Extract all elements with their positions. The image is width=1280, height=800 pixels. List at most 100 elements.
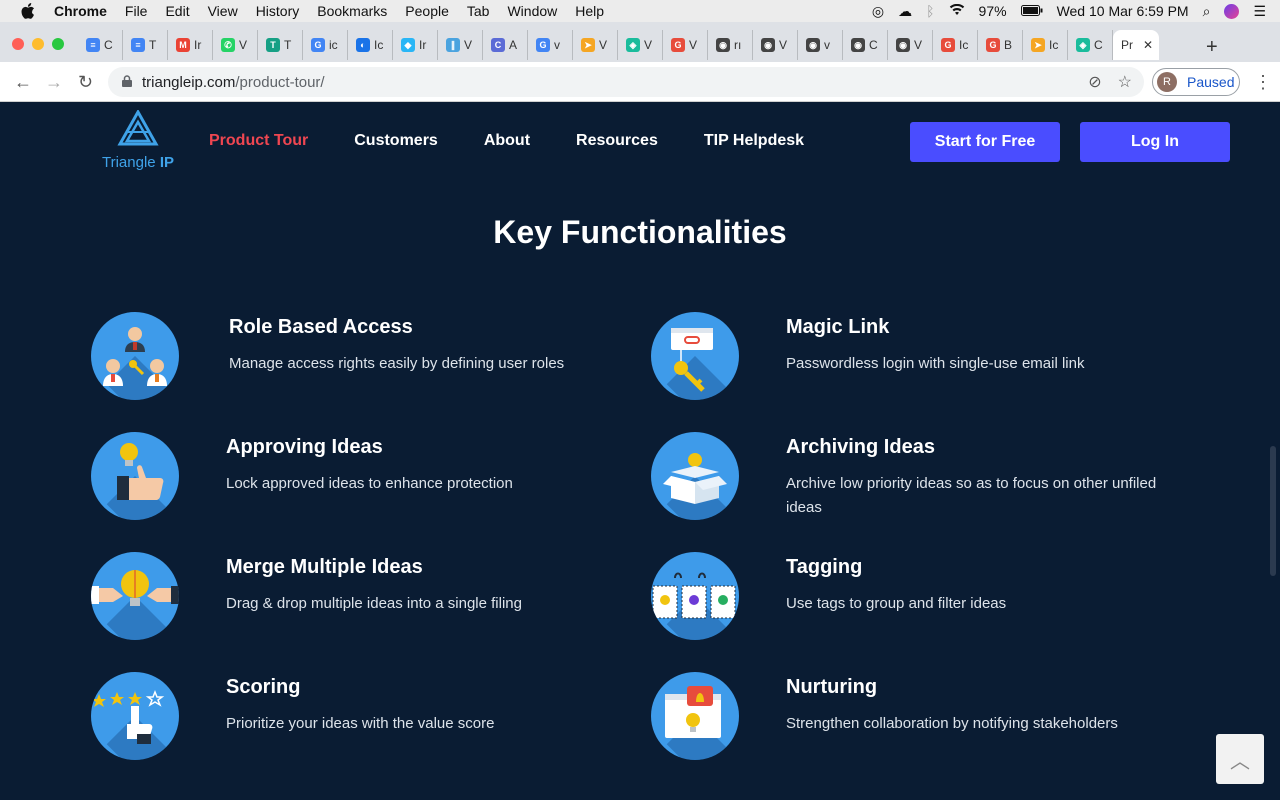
menu-tab[interactable]: Tab [467,3,490,19]
nav-about[interactable]: About [484,132,530,150]
tab-favicon-icon: M [176,38,190,52]
tab-title: Ic [959,38,969,52]
siri-icon[interactable] [1224,3,1240,19]
menu-file[interactable]: File [125,3,148,19]
forward-arrow-icon[interactable]: → [45,72,63,93]
spotlight-search-icon[interactable]: ⌕ [1203,3,1211,20]
triangle-ip-logo[interactable]: Triangle IP [98,108,178,174]
browser-tab[interactable]: ✆ V [213,30,258,60]
active-browser-tab[interactable]: Pr ✕ [1113,30,1159,60]
tab-title: V [914,38,923,52]
cloud-icon[interactable]: ☁ [898,3,912,20]
nav-resources[interactable]: Resources [576,132,658,150]
menu-history[interactable]: History [256,3,300,19]
close-window-button[interactable] [12,38,24,50]
menu-bookmarks[interactable]: Bookmarks [317,3,387,19]
lock-icon[interactable] [122,74,132,91]
battery-icon[interactable] [1020,3,1043,19]
browser-tab[interactable]: Gic [303,30,348,60]
browser-tab[interactable]: ≡ T [123,30,168,60]
tab-favicon-icon: ◉ [716,38,730,52]
browser-tab[interactable]: TT [258,30,303,60]
profile-button[interactable]: R Paused [1152,68,1240,96]
browser-tab[interactable]: ➤ Ic [1023,30,1068,60]
tab-favicon-icon: C [491,38,505,52]
scroll-to-top-button[interactable]: ︿ [1216,734,1264,784]
close-tab-icon[interactable]: ✕ [1143,38,1153,52]
tab-title: ic [329,38,338,52]
nav-tip-helpdesk[interactable]: TIP Helpdesk [704,132,804,150]
browser-tab[interactable]: ◉ rı [708,30,753,60]
minimize-window-button[interactable] [32,38,44,50]
tab-favicon-icon: ◉ [806,38,820,52]
bluetooth-icon[interactable]: ᛒ [926,3,934,19]
tab-title: V [239,38,248,52]
url-host: triangleip.com [142,73,236,91]
browser-tab[interactable]: ∥ V [438,30,483,60]
menu-help[interactable]: Help [575,3,604,19]
log-in-button[interactable]: Log In [1080,122,1230,162]
browser-tab[interactable]: ◉ V [888,30,933,60]
feature-description: Use tags to group and filter ideas [786,595,1007,612]
browser-tab[interactable]: ◈ V [618,30,663,60]
feature-title: Approving Ideas [226,436,383,458]
feature-description: Drag & drop multiple ideas into a single… [226,595,522,612]
tracking-eye-off-icon[interactable]: ⊘ [1088,72,1101,92]
browser-tab[interactable]: GB [978,30,1023,60]
tab-favicon-icon: ◉ [851,38,865,52]
browser-tab[interactable]: ◉ v [798,30,843,60]
new-tab-button[interactable]: + [1206,36,1218,59]
zoom-window-button[interactable] [52,38,64,50]
feature-title: Tagging [786,556,863,578]
control-center-icon[interactable]: ☰ [1253,3,1266,20]
start-for-free-button[interactable]: Start for Free [910,122,1060,162]
menubar-clock[interactable]: Wed 10 Mar 6:59 PM [1057,3,1189,19]
back-arrow-icon[interactable]: ← [14,72,32,93]
browser-toolbar: ← → ↻ triangleip.com/product-tour/ ⊘ ☆ R… [0,62,1280,102]
browser-tab[interactable]: M Ir [168,30,213,60]
wifi-icon[interactable] [949,3,965,19]
users-key-icon [91,312,179,400]
browser-tab[interactable]: ◉ V [753,30,798,60]
browser-tab[interactable]: CA [483,30,528,60]
logo-text: Triangle IP [98,154,178,171]
browser-tab[interactable]: ◐ Ic [348,30,393,60]
tab-title: B [1004,38,1013,52]
menu-edit[interactable]: Edit [165,3,189,19]
creative-cloud-icon[interactable]: ◎ [872,3,884,20]
menu-window[interactable]: Window [507,3,557,19]
reload-icon[interactable]: ↻ [78,72,93,93]
browser-tab[interactable]: G Ic [933,30,978,60]
tab-title: V [644,38,653,52]
tab-favicon-icon: ✆ [221,38,235,52]
archive-box-icon [651,432,739,520]
browser-tab[interactable]: ◆ Ir [393,30,438,60]
nav-customers[interactable]: Customers [354,132,438,150]
feature-scoring: Scoring Prioritize your ideas with the v… [91,672,631,772]
address-bar[interactable]: triangleip.com/product-tour/ ⊘ ☆ [108,67,1144,97]
more-menu-icon[interactable]: ⋮ [1254,72,1272,93]
browser-tab[interactable]: Gv [528,30,573,60]
tab-favicon-icon: ≡ [131,38,145,52]
menu-people[interactable]: People [405,3,449,19]
menu-app-chrome[interactable]: Chrome [54,3,107,19]
nav-product-tour[interactable]: Product Tour [209,132,308,150]
feature-tagging: Tagging Use tags to group and filter ide… [651,552,1191,652]
tab-title: Pr [1121,38,1133,52]
tab-favicon-icon: G [311,38,325,52]
tags-icon [651,552,739,640]
browser-tab[interactable]: GV [663,30,708,60]
browser-tab[interactable]: ➤ V [573,30,618,60]
apple-icon[interactable] [20,3,36,19]
url-path: /product-tour/ [235,73,325,91]
browser-tab-strip: ≡ C ≡ T M Ir ✆ V T T Gic ◐ Ic ◆ Ir ∥ V C A Gv ➤ V ◈ V G V ◉ rı ◉ V ◉ v ◉… [0,22,1280,62]
browser-tab[interactable]: ◈ C [1068,30,1113,60]
browser-tab[interactable]: ≡ C [78,30,123,60]
feature-title: Nurturing [786,676,878,698]
page-scrollbar[interactable] [1270,446,1276,576]
browser-tab[interactable]: ◉ C [843,30,888,60]
bookmark-star-icon[interactable]: ☆ [1118,72,1132,92]
feature-title: Archiving Ideas [786,436,935,458]
feature-magic-link: Magic Link Passwordless login with singl… [651,312,1191,412]
menu-view[interactable]: View [208,3,238,19]
